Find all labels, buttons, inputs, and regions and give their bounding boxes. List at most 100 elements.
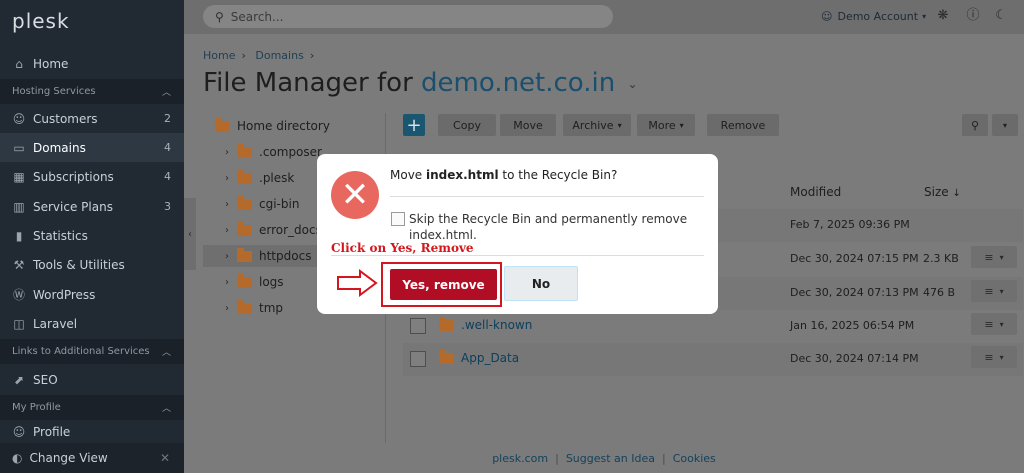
chevron-down-icon[interactable]: ⌄ <box>627 77 637 91</box>
tools-icon: ⚒ <box>13 257 25 272</box>
chevron-down-icon: ▾ <box>1002 120 1007 130</box>
chevron-right-icon[interactable]: › <box>225 225 237 236</box>
sidebar-item-customers[interactable]: ☺ Customers 2 <box>0 104 184 133</box>
sidebar-item-label: WordPress <box>33 287 96 302</box>
more-label: More <box>648 118 676 132</box>
footer-link-plesk[interactable]: plesk.com <box>492 452 548 465</box>
add-button[interactable]: + <box>403 114 425 136</box>
table-row[interactable]: .well-known Jan 16, 2025 06:54 PM ≡ ▾ <box>403 310 1023 343</box>
folder-icon <box>237 169 252 184</box>
archive-button[interactable]: Archive ▾ <box>563 114 631 136</box>
no-button[interactable]: No <box>504 266 578 301</box>
section-my-profile[interactable]: My Profile ︿ <box>0 395 184 420</box>
search-files-button[interactable]: ⚲ <box>962 114 988 136</box>
chevron-right-icon[interactable]: › <box>225 277 237 288</box>
search-options-button[interactable]: ▾ <box>992 114 1018 136</box>
sidebar-item-laravel[interactable]: ◫ Laravel <box>0 309 184 338</box>
tree-folder[interactable]: › logs <box>225 271 284 293</box>
tree-label: error_docs <box>259 223 322 237</box>
count-badge: 4 <box>164 141 171 154</box>
copy-button[interactable]: Copy <box>438 114 496 136</box>
title-domain[interactable]: demo.net.co.in <box>421 68 615 98</box>
skip-recycle-bin-label[interactable]: Skip the Recycle Bin and permanently rem… <box>409 211 699 243</box>
help-icon[interactable]: ⓘ <box>965 8 981 24</box>
sidebar-item-domains[interactable]: ▭ Domains 4 <box>0 133 184 162</box>
breadcrumb-separator: › <box>309 49 315 62</box>
row-menu-button[interactable]: ≡ ▾ <box>971 246 1017 268</box>
tree-folder[interactable]: › cgi-bin <box>225 193 299 215</box>
change-view-label: Change View <box>29 451 108 465</box>
footer-link-cookies[interactable]: Cookies <box>673 452 716 465</box>
modified-cell: Jan 16, 2025 06:54 PM <box>790 319 915 332</box>
row-checkbox[interactable] <box>410 318 426 334</box>
chevron-right-icon[interactable]: › <box>225 173 237 184</box>
plesk-logo[interactable]: plesk <box>12 9 70 33</box>
sidebar-item-seo[interactable]: ⬈ SEO <box>0 365 184 394</box>
collapse-panel-handle[interactable]: ‹ <box>184 198 196 270</box>
palette-icon: ◐ <box>12 451 23 465</box>
table-row[interactable]: App_Data Dec 30, 2024 07:14 PM ≡ ▾ <box>403 343 1023 376</box>
chevron-right-icon[interactable]: › <box>225 199 237 210</box>
page-title: File Manager for demo.net.co.in ⌄ <box>203 68 638 98</box>
account-label: Demo Account <box>837 10 919 23</box>
no-label: No <box>531 276 551 291</box>
extensions-icon[interactable]: ❋ <box>935 8 951 24</box>
chevron-right-icon[interactable]: › <box>225 303 237 314</box>
tree-folder[interactable]: › .plesk <box>225 167 294 189</box>
sidebar-item-statistics[interactable]: ▮ Statistics <box>0 221 184 250</box>
row-menu-button[interactable]: ≡ ▾ <box>971 313 1017 335</box>
row-checkbox[interactable] <box>410 351 426 367</box>
column-size[interactable]: Size ↓ <box>924 185 961 199</box>
sidebar-item-profile[interactable]: ☺ Profile <box>0 421 184 443</box>
skip-recycle-bin-checkbox[interactable] <box>391 212 405 226</box>
monitor-icon: ▭ <box>13 140 25 155</box>
tree-label: .composer <box>259 145 322 159</box>
tree-folder[interactable]: › .composer <box>225 141 322 163</box>
tree-label: tmp <box>259 301 284 315</box>
topbar: ⚲ Search... ☺ Demo Account ▾ ❋ ⓘ ☾ <box>184 0 1024 34</box>
moon-icon[interactable]: ☾ <box>993 8 1009 24</box>
sidebar-item-tools-utilities[interactable]: ⚒ Tools & Utilities <box>0 250 184 279</box>
section-hosting-services[interactable]: Hosting Services ︿ <box>0 79 184 104</box>
tree-root[interactable]: Home directory <box>215 115 330 137</box>
column-modified[interactable]: Modified <box>790 185 841 199</box>
sidebar-item-label: Domains <box>33 140 86 155</box>
change-view-button[interactable]: ◐ Change View ✕ <box>0 443 184 473</box>
count-badge: 3 <box>164 200 171 213</box>
breadcrumb-home[interactable]: Home <box>203 49 235 62</box>
chevron-down-icon: ▾ <box>922 12 927 21</box>
close-icon[interactable]: ✕ <box>160 451 170 465</box>
row-menu-button[interactable]: ≡ ▾ <box>971 280 1017 302</box>
account-menu[interactable]: ☺ Demo Account ▾ <box>821 10 926 23</box>
sidebar-item-label: Laravel <box>33 316 78 331</box>
tree-folder[interactable]: › error_docs <box>225 219 322 241</box>
tree-label: httpdocs <box>259 249 312 263</box>
dialog-message: Move index.html to the Recycle Bin? <box>390 168 617 182</box>
wordpress-icon: Ⓦ <box>12 288 25 302</box>
name-cell[interactable]: .well-known <box>439 316 532 332</box>
column-label: Size <box>924 185 949 199</box>
chart-icon: ▮ <box>15 228 23 243</box>
modified-cell: Dec 30, 2024 07:13 PM <box>790 286 919 299</box>
sidebar-item-service-plans[interactable]: ▥ Service Plans 3 <box>0 192 184 221</box>
search-input[interactable]: ⚲ Search... <box>203 5 613 28</box>
breadcrumb: Home › Domains › <box>203 49 320 62</box>
sidebar-item-wordpress[interactable]: Ⓦ WordPress <box>0 280 184 309</box>
chevron-right-icon[interactable]: › <box>225 251 237 262</box>
sidebar-item-home[interactable]: ⌂ Home <box>0 49 184 78</box>
tree-folder[interactable]: › tmp <box>225 297 283 319</box>
chevron-right-icon[interactable]: › <box>225 147 237 158</box>
modified-cell: Feb 7, 2025 09:36 PM <box>790 218 910 231</box>
chevron-up-icon: ︿ <box>161 404 171 414</box>
move-button[interactable]: Move <box>500 114 556 136</box>
name-cell[interactable]: App_Data <box>439 349 519 365</box>
more-button[interactable]: More ▾ <box>637 114 695 136</box>
sort-arrow-icon: ↓ <box>952 188 961 199</box>
section-links-additional[interactable]: Links to Additional Services ︿ <box>0 339 184 364</box>
row-menu-button[interactable]: ≡ ▾ <box>971 346 1017 368</box>
sidebar-item-subscriptions[interactable]: ▦ Subscriptions 4 <box>0 162 184 191</box>
footer-link-suggest[interactable]: Suggest an Idea <box>566 452 655 465</box>
remove-button[interactable]: Remove <box>707 114 779 136</box>
tree-label: .plesk <box>259 171 295 185</box>
breadcrumb-domains[interactable]: Domains <box>255 49 303 62</box>
